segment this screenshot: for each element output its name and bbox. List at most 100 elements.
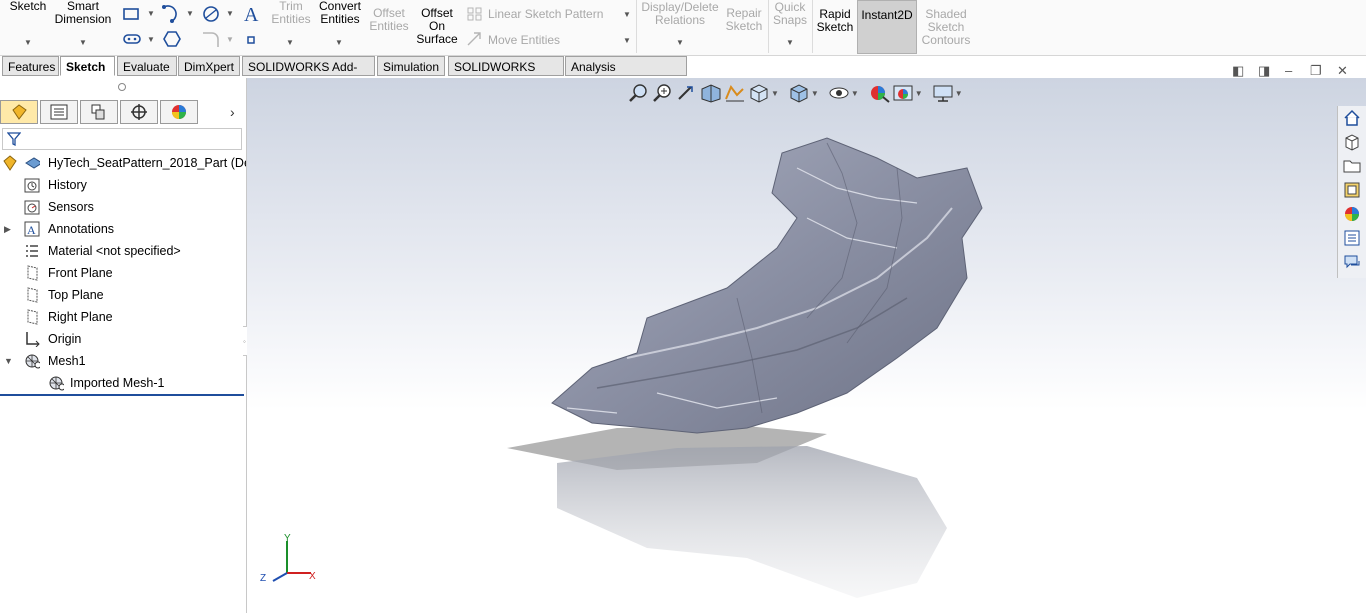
display-style-caret[interactable]: ▼ <box>811 89 819 98</box>
slot-dropdown-caret[interactable]: ▼ <box>147 35 155 44</box>
origin-icon <box>26 332 40 347</box>
hide-show-caret[interactable]: ▼ <box>851 89 859 98</box>
mesh-body-icon <box>49 376 64 391</box>
tab-evaluate[interactable]: Evaluate <box>117 56 177 76</box>
zoom-to-area-icon[interactable] <box>651 83 675 103</box>
previous-view-icon[interactable] <box>675 83 699 103</box>
shaded-sketch-contours-button[interactable]: Shaded Sketch Contours <box>918 8 974 47</box>
offset-entities-button[interactable]: Offset Entities <box>366 7 412 33</box>
tab-sketch[interactable]: Sketch <box>60 56 115 76</box>
quick-snaps-button[interactable]: Quick Snaps <box>770 1 810 27</box>
folder-icon <box>1343 160 1361 173</box>
command-manager-ribbon: Sketch ▼ Smart Dimension ▼ ▼ ▼ ▼ A ▼ ▼ T… <box>0 0 1366 56</box>
tab-analysis-preparation[interactable]: Analysis Preparation <box>565 56 687 94</box>
polygon-tool-icon[interactable] <box>162 30 182 48</box>
annotations-icon: A <box>24 221 40 237</box>
file-explorer-tab[interactable] <box>1341 156 1363 176</box>
smart-dimension-dropdown-caret[interactable]: ▼ <box>79 38 87 47</box>
appearance-ball-icon <box>172 105 186 119</box>
configurationmanager-tab[interactable] <box>80 100 118 124</box>
minimize-icon[interactable]: – <box>1285 63 1292 78</box>
part-icon <box>3 155 17 171</box>
rectangle-tool-icon[interactable] <box>122 6 140 22</box>
tile-right-icon[interactable]: ◨ <box>1258 63 1270 79</box>
tree-root-part[interactable]: HyTech_SeatPattern_2018_Part (Defa <box>2 152 246 174</box>
sketch-dropdown-caret[interactable]: ▼ <box>24 38 32 47</box>
arc-tool-icon[interactable] <box>160 4 182 24</box>
tab-features[interactable]: Features <box>2 56 59 76</box>
convert-entities-button[interactable]: Convert Entities <box>316 0 364 26</box>
text-tool-icon[interactable]: A <box>242 3 260 25</box>
convert-dropdown-caret[interactable]: ▼ <box>335 38 343 47</box>
linear-sketch-pattern-button[interactable]: Linear Sketch Pattern <box>488 8 603 21</box>
point-tool-icon[interactable] <box>246 35 256 45</box>
dimxpertmanager-tab[interactable] <box>120 100 158 124</box>
move-entities-button[interactable]: Move Entities <box>488 34 560 47</box>
quick-snaps-dropdown-caret[interactable]: ▼ <box>786 38 794 47</box>
appearances-tab[interactable] <box>1341 204 1363 224</box>
repair-sketch-button[interactable]: Repair Sketch <box>724 7 764 33</box>
slot-tool-icon[interactable] <box>122 31 142 47</box>
tile-left-icon[interactable]: ◧ <box>1232 63 1244 79</box>
display-style-icon[interactable] <box>787 83 811 103</box>
edit-appearance-icon[interactable] <box>867 83 891 103</box>
zoom-to-fit-icon[interactable] <box>627 83 651 103</box>
close-icon[interactable]: ✕ <box>1337 63 1348 79</box>
graphics-area[interactable]: ▼ ▼ ▼ ▼ ▼ Y X Z <box>247 78 1366 613</box>
design-library-icon <box>1345 134 1359 151</box>
forum-tab[interactable] <box>1341 252 1363 272</box>
ribbon-separator <box>768 0 769 53</box>
task-pane-tabs <box>1337 106 1366 278</box>
trim-entities-button[interactable]: Trim Entities <box>268 0 314 26</box>
relations-dropdown-caret[interactable]: ▼ <box>676 38 684 47</box>
apply-scene-caret[interactable]: ▼ <box>915 89 923 98</box>
tab-solidworks-addins[interactable]: SOLIDWORKS Add-Ins <box>242 56 375 94</box>
display-delete-relations-button[interactable]: Display/Delete Relations <box>640 1 720 27</box>
restore-icon[interactable]: ❐ <box>1310 63 1322 79</box>
filter-icon <box>7 132 21 146</box>
instant2d-button[interactable]: Instant2D <box>857 0 917 54</box>
collapse-arrow-icon[interactable]: ▼ <box>4 350 13 372</box>
apply-scene-icon[interactable] <box>891 83 915 103</box>
view-orientation-icon[interactable] <box>747 83 771 103</box>
view-settings-icon[interactable] <box>931 83 955 103</box>
propertymanager-tab[interactable] <box>40 100 78 124</box>
view-settings-caret[interactable]: ▼ <box>955 89 963 98</box>
solidworks-resources-tab[interactable] <box>1341 108 1363 128</box>
tab-simulation[interactable]: Simulation <box>377 56 445 76</box>
spline-dropdown-caret[interactable]: ▼ <box>226 9 234 18</box>
custom-properties-tab[interactable] <box>1341 228 1363 248</box>
expand-arrow-icon[interactable]: ▶ <box>4 218 11 240</box>
fillet-dropdown-caret: ▼ <box>226 35 234 44</box>
dynamic-annotation-views-icon[interactable] <box>723 83 747 103</box>
tab-solidworks-mbd[interactable]: SOLIDWORKS MBD <box>448 56 564 94</box>
rectangle-dropdown-caret[interactable]: ▼ <box>147 9 155 18</box>
view-palette-tab[interactable] <box>1341 180 1363 200</box>
sketch-button[interactable]: Sketch <box>6 0 50 13</box>
arc-dropdown-caret[interactable]: ▼ <box>186 9 194 18</box>
displaymanager-tab[interactable] <box>160 100 198 124</box>
section-view-icon[interactable] <box>699 83 723 103</box>
view-orientation-caret[interactable]: ▼ <box>771 89 779 98</box>
design-library-tab[interactable] <box>1341 132 1363 152</box>
move-entities-dropdown-caret[interactable]: ▼ <box>623 36 631 45</box>
rapid-sketch-button[interactable]: Rapid Sketch <box>814 8 856 34</box>
hide-show-items-icon[interactable] <box>827 83 851 103</box>
seat-mesh-model[interactable] <box>497 128 1017 608</box>
chevron-right-icon[interactable]: › <box>230 104 235 120</box>
property-list-icon <box>50 104 68 120</box>
trim-dropdown-caret[interactable]: ▼ <box>286 38 294 47</box>
tab-dimxpert[interactable]: DimXpert <box>178 56 240 76</box>
crosshair-icon <box>131 104 147 120</box>
triad-x-label: X <box>309 571 316 582</box>
smart-dimension-button[interactable]: Smart Dimension <box>53 0 113 26</box>
featuremanager-tab[interactable] <box>0 100 38 124</box>
spline-tool-icon[interactable] <box>200 4 222 24</box>
plane-icon <box>27 265 38 281</box>
panel-grip-icon[interactable] <box>118 83 126 91</box>
tree-filter[interactable] <box>2 128 242 150</box>
offset-on-surface-button[interactable]: Offset On Surface <box>414 7 460 46</box>
rollback-bar[interactable] <box>0 394 244 396</box>
linear-pattern-dropdown-caret[interactable]: ▼ <box>623 10 631 19</box>
svg-text:A: A <box>27 223 36 237</box>
